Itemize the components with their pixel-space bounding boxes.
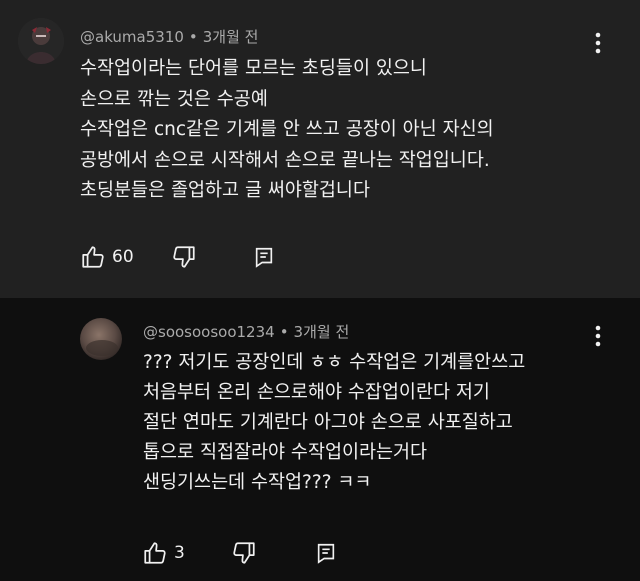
comment-actions: 60 [80, 244, 275, 270]
comment-meta: @akuma5310 • 3개월 전 [80, 26, 258, 47]
reply-button[interactable] [315, 542, 337, 564]
timestamp[interactable]: 3개월 전 [203, 28, 259, 46]
comment-line: 절단 연마도 기계란다 아그야 손으로 사포질하고 [143, 412, 513, 433]
comment-line: 톱으로 직접잘라야 수작업이라는거다 [143, 442, 428, 463]
comment-line: 수작업은 cnc같은 기계를 안 쓰고 공장이 아닌 자신의 [80, 119, 494, 140]
comment-text: 수작업이라는 단어를 모르는 초딩들이 있으니 손으로 깎는 것은 수공예 수작… [80, 54, 494, 207]
comment: @akuma5310 • 3개월 전 수작업이라는 단어를 모르는 초딩들이 있으니… [0, 0, 640, 298]
reply-icon [255, 247, 272, 268]
comment-line: 손으로 깎는 것은 수공예 [80, 88, 268, 110]
thumbs-up-icon [82, 246, 104, 268]
comment-line: 초딩분들은 졸업하고 글 써야할겁니다 [80, 180, 370, 201]
comment-line: 샌딩기쓰는데 수작업??? ㅋㅋ [143, 472, 372, 493]
author-name[interactable]: @soosoosoo1234 [143, 323, 275, 341]
comment-line: ??? 저기도 공장인데 ㅎㅎ 수작업은 기계를안쓰고 [143, 352, 526, 373]
separator-dot: • [188, 28, 198, 46]
separator-dot: • [279, 323, 289, 341]
thumbs-up-icon [144, 542, 166, 564]
author-name[interactable]: @akuma5310 [80, 28, 184, 46]
comment-line: 공방에서 손으로 시작해서 손으로 끝나는 작업입니다. [80, 149, 490, 171]
like-button[interactable]: 3 [142, 540, 185, 566]
like-count: 3 [174, 543, 185, 563]
more-vert-icon[interactable] [594, 324, 602, 348]
more-vert-icon[interactable] [594, 31, 602, 55]
timestamp[interactable]: 3개월 전 [294, 323, 350, 341]
like-count: 60 [112, 247, 134, 267]
comment-actions: 3 [142, 540, 337, 566]
like-button[interactable]: 60 [80, 244, 134, 270]
comment-line: 수작업이라는 단어를 모르는 초딩들이 있으니 [80, 58, 427, 79]
reply-button[interactable] [253, 246, 275, 268]
comment-text: ??? 저기도 공장인데 ㅎㅎ 수작업은 기계를안쓰고 처음부터 온리 손으로해… [143, 348, 525, 498]
comment-line: 처음부터 온리 손으로해야 수잡업이란다 저기 [143, 382, 490, 403]
avatar[interactable] [18, 18, 64, 64]
avatar[interactable] [80, 318, 122, 360]
comment-meta: @soosoosoo1234 • 3개월 전 [143, 321, 349, 342]
thumbs-down-icon [233, 542, 255, 564]
dislike-button[interactable] [231, 540, 257, 566]
dislike-button[interactable] [171, 244, 197, 270]
reply-icon [317, 543, 334, 564]
thumbs-down-icon [172, 246, 195, 268]
